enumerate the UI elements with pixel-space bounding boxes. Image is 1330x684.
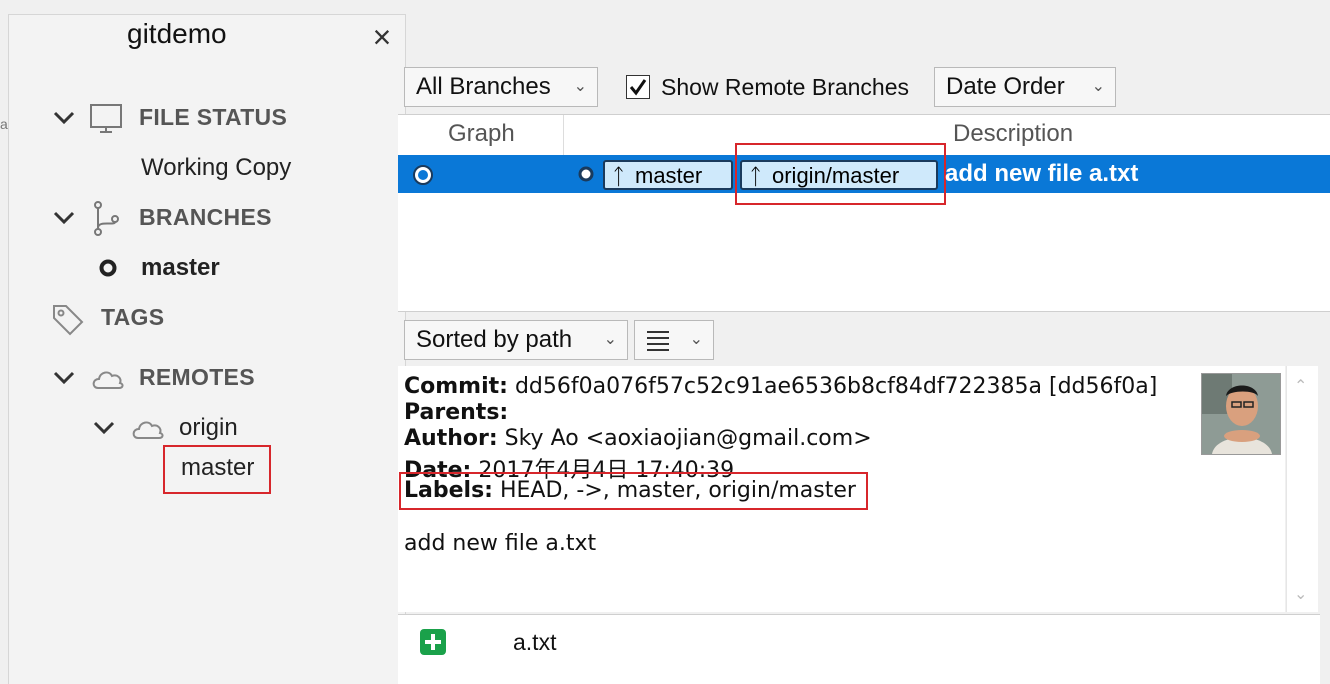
- edge-glyph: a: [0, 116, 8, 132]
- view-mode-dropdown[interactable]: ⌄: [634, 320, 714, 360]
- tags-header[interactable]: TAGS: [101, 304, 164, 331]
- head-indicator-icon: [577, 165, 595, 183]
- cloud-icon: [90, 366, 126, 392]
- show-remote-label[interactable]: Show Remote Branches: [661, 74, 909, 101]
- commit-message-body: add new file a.txt: [404, 531, 597, 556]
- scroll-up-icon[interactable]: ⌃: [1294, 376, 1307, 396]
- sidebar-item-working-copy[interactable]: Working Copy: [141, 154, 291, 182]
- sort-dropdown[interactable]: Sorted by path ⌄: [404, 320, 628, 360]
- highlight-box-origin-badge: [735, 143, 946, 205]
- sort-label: Sorted by path: [416, 326, 573, 353]
- highlight-box-labels: [399, 472, 868, 510]
- commit-hash: dd56f0a076f57c52c91ae6536b8cf84df722385a…: [514, 374, 1158, 399]
- author-label: Author:: [404, 426, 498, 451]
- monitor-icon: [88, 102, 124, 136]
- file-status-chevron-icon[interactable]: [52, 103, 76, 133]
- highlight-box-remote-master: [163, 445, 271, 494]
- graph-column-header[interactable]: Graph: [448, 120, 515, 148]
- branch-icon: [90, 200, 122, 238]
- commit-label: Commit:: [404, 374, 508, 399]
- origin-chevron-icon[interactable]: [92, 413, 116, 443]
- file-status-header[interactable]: FILE STATUS: [139, 104, 287, 131]
- sidebar-item-master[interactable]: master: [141, 254, 220, 282]
- details-scrollbar[interactable]: ⌃ ⌄: [1286, 366, 1318, 612]
- branch-icon: ᛏ: [612, 164, 626, 189]
- tag-icon: [50, 302, 86, 336]
- file-added-icon: [419, 628, 447, 656]
- branches-chevron-icon[interactable]: [52, 203, 76, 233]
- branch-filter-label: All Branches: [416, 73, 551, 100]
- order-dropdown[interactable]: Date Order ⌄: [934, 67, 1116, 107]
- file-name[interactable]: a.txt: [513, 629, 556, 656]
- repo-tab-title[interactable]: gitdemo: [127, 18, 227, 50]
- show-remote-checkbox[interactable]: [626, 75, 650, 99]
- current-branch-icon: [98, 258, 118, 278]
- chevron-down-icon: ⌄: [1091, 78, 1105, 95]
- commit-hash-line[interactable]: Commit: dd56f0a076f57c52c91ae6536b8cf84d…: [404, 374, 1157, 399]
- author-value: Sky Ao <aoxiaojian@gmail.com>: [504, 426, 872, 451]
- chevron-down-icon: ⌄: [689, 331, 703, 348]
- origin-cloud-icon: [130, 416, 166, 442]
- branch-filter-dropdown[interactable]: All Branches ⌄: [404, 67, 598, 107]
- branch-badge-label: master: [635, 163, 703, 188]
- author-line: Author: Sky Ao <aoxiaojian@gmail.com>: [404, 426, 872, 451]
- graph-node-icon: [411, 163, 435, 187]
- branch-badge-master[interactable]: ᛏ master: [603, 160, 733, 190]
- parents-line: Parents:: [404, 400, 508, 425]
- author-avatar: [1201, 373, 1281, 455]
- branches-header[interactable]: BRANCHES: [139, 204, 272, 231]
- remotes-chevron-icon[interactable]: [52, 363, 76, 393]
- chevron-down-icon: ⌄: [603, 331, 617, 348]
- chevron-down-icon: ⌄: [573, 78, 587, 95]
- column-divider: [563, 115, 564, 155]
- order-label: Date Order: [946, 73, 1065, 100]
- sidebar-item-origin[interactable]: origin: [179, 414, 238, 442]
- close-tab-button[interactable]: ×: [368, 21, 396, 53]
- remotes-header[interactable]: REMOTES: [139, 364, 255, 391]
- scroll-down-icon[interactable]: ⌄: [1294, 584, 1307, 604]
- description-column-header[interactable]: Description: [953, 120, 1073, 148]
- commit-message[interactable]: add new file a.txt: [945, 160, 1138, 188]
- parents-label: Parents:: [404, 400, 509, 425]
